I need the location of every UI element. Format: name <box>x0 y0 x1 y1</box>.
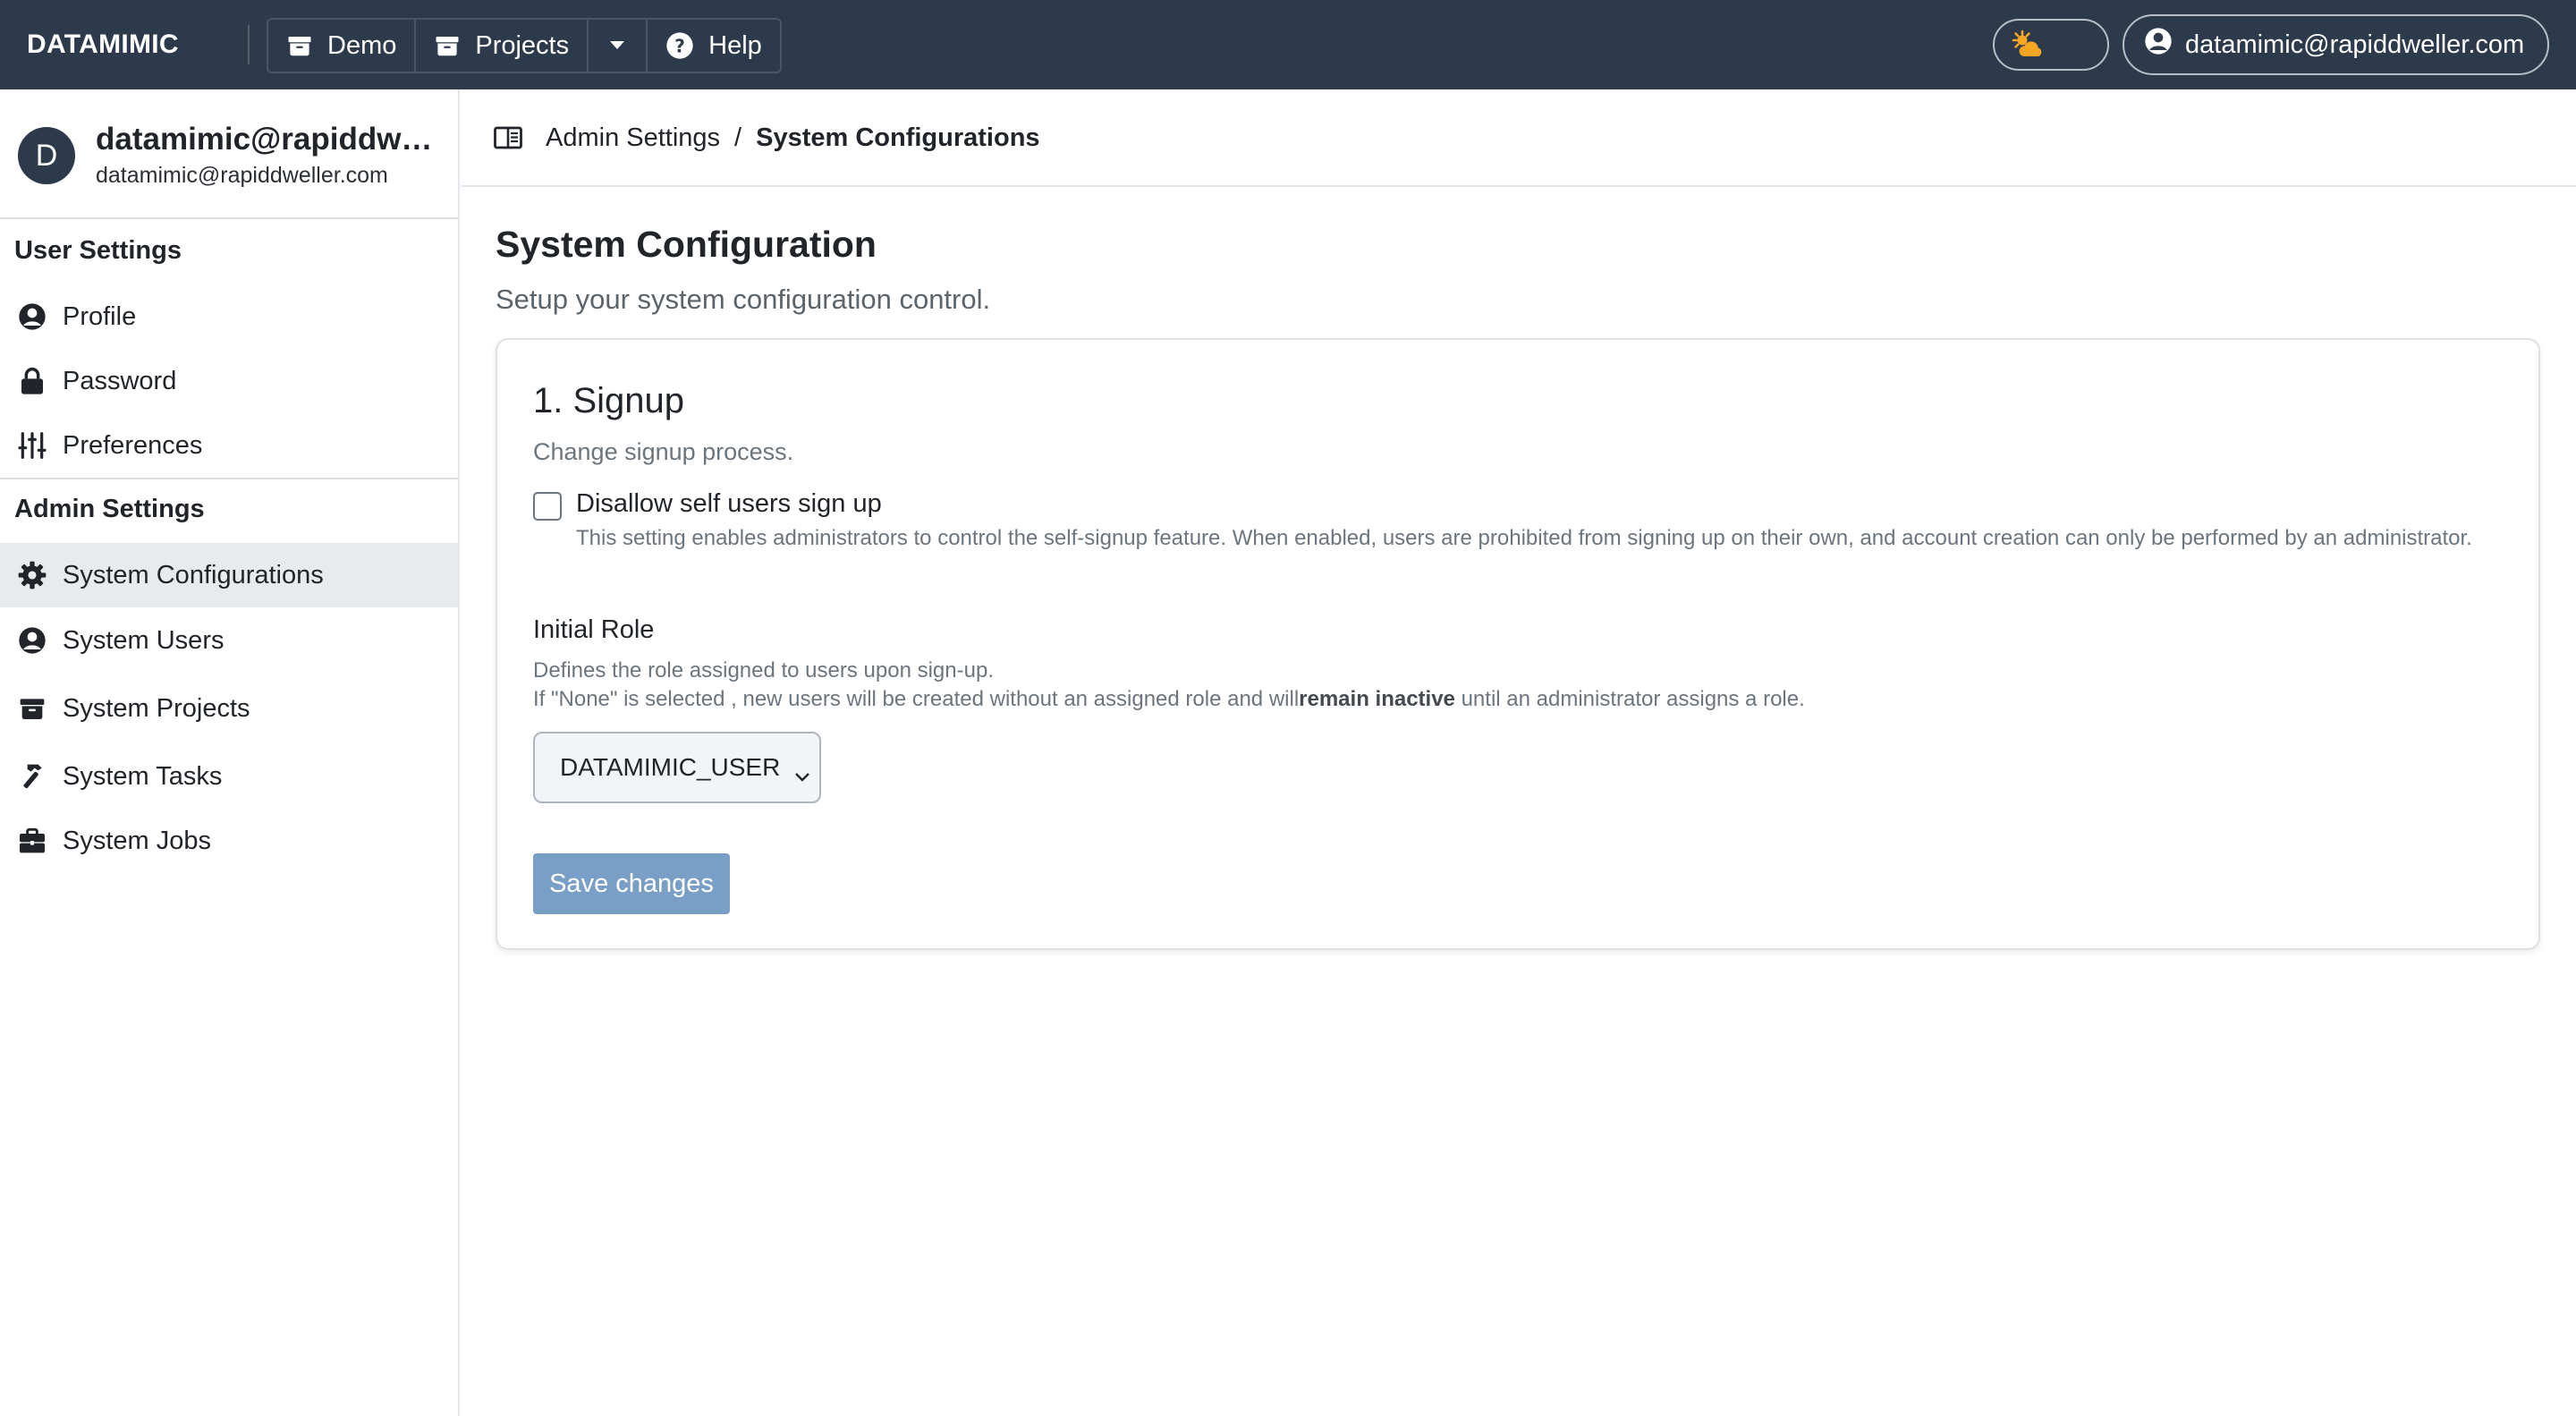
signup-card: 1. Signup Change signup process. Disallo… <box>496 338 2540 950</box>
sidebar-item-system-tasks[interactable]: System Tasks <box>0 744 458 809</box>
sidebar-item-profile[interactable]: Profile <box>0 284 458 349</box>
sidebar-item-system-jobs[interactable]: System Jobs <box>0 809 458 873</box>
help-button-label: Help <box>708 30 762 60</box>
svg-text:?: ? <box>674 35 685 56</box>
sidebar-item-password[interactable]: Password <box>0 349 458 413</box>
sidebar-item-system-projects[interactable]: System Projects <box>0 676 458 741</box>
sidebar-item-label: Preferences <box>63 430 203 460</box>
demo-button[interactable]: Demo <box>268 20 417 72</box>
sidebar-item-label: System Projects <box>63 693 250 723</box>
projects-dropdown-toggle[interactable] <box>589 20 648 72</box>
demo-button-label: Demo <box>327 30 397 60</box>
initial-role-help: Defines the role assigned to users upon … <box>533 657 1805 714</box>
section-divider <box>0 478 458 479</box>
breadcrumb-admin-settings[interactable]: Admin Settings <box>546 123 720 153</box>
initial-role-selected: DATAMIMIC_USER <box>560 753 781 781</box>
user-email: datamimic@rapiddweller.com <box>2185 30 2525 59</box>
caret-down-icon <box>608 39 626 52</box>
card-title: 1. Signup <box>533 381 685 420</box>
navbar-button-group: Demo Projects ? Help <box>267 18 782 73</box>
sidebar-item-system-configurations[interactable]: System Configurations <box>0 543 458 607</box>
help-text-bold: remain inactive <box>1299 687 1455 711</box>
initial-role-label: Initial Role <box>533 615 655 644</box>
breadcrumb: Admin Settings / System Configurations <box>494 120 1040 156</box>
page-title: System Configuration <box>496 224 877 265</box>
question-circle-icon: ? <box>665 31 694 60</box>
save-button[interactable]: Save changes <box>533 853 730 914</box>
avatar: D <box>18 127 75 184</box>
navbar-divider <box>248 25 250 64</box>
initial-role-help-line2: If "None" is selected , new users will b… <box>533 685 1805 714</box>
book-icon[interactable] <box>494 126 522 149</box>
brand-logo[interactable]: DATAMIMIC <box>27 0 179 89</box>
sidebar-item-label: System Jobs <box>63 826 211 855</box>
disallow-signup-help: This setting enables administrators to c… <box>576 526 2472 550</box>
sidebar-item-label: System Tasks <box>63 761 223 791</box>
help-text: until an administrator assigns a role. <box>1454 687 1805 711</box>
disallow-signup-label[interactable]: Disallow self users sign up <box>576 489 882 519</box>
sidebar-profile: D datamimic@rapiddweller.com datamimic@r… <box>0 89 458 219</box>
initial-role-select[interactable]: DATAMIMIC_USER <box>533 732 821 803</box>
archive-box-icon <box>286 32 313 59</box>
admin-settings-heading: Admin Settings <box>14 495 205 523</box>
gear-icon <box>18 561 47 589</box>
initial-role-help-line1: Defines the role assigned to users upon … <box>533 658 994 683</box>
card-subtitle: Change signup process. <box>533 438 794 465</box>
breadcrumb-current: System Configurations <box>756 123 1040 152</box>
sidebar-item-label: System Configurations <box>63 560 324 589</box>
profile-name: datamimic@rapiddweller.com <box>96 122 449 157</box>
sidebar-item-system-users[interactable]: System Users <box>0 608 458 673</box>
help-button[interactable]: ? Help <box>648 20 780 72</box>
chevron-down-icon <box>794 760 810 789</box>
sidebar-item-preferences[interactable]: Preferences <box>0 413 458 478</box>
disallow-signup-checkbox[interactable] <box>533 492 562 521</box>
sidebar-item-label: Profile <box>63 301 137 331</box>
user-settings-heading: User Settings <box>14 236 182 265</box>
sidebar: D datamimic@rapiddweller.com datamimic@r… <box>0 89 460 1416</box>
page-subtitle: Setup your system configuration control. <box>496 284 991 315</box>
projects-button-label: Projects <box>475 30 570 60</box>
sidebar-item-label: System Users <box>63 625 225 655</box>
top-navbar: DATAMIMIC Demo Projects ? Help datamimic… <box>0 0 2576 89</box>
archive-box-icon <box>18 694 47 723</box>
user-circle-icon <box>18 302 47 331</box>
lock-icon <box>18 367 47 395</box>
hammer-icon <box>18 762 47 791</box>
archive-box-icon <box>434 32 461 59</box>
help-text: If "None" is selected , new users will b… <box>533 687 1300 711</box>
sidebar-item-label: Password <box>63 366 177 395</box>
profile-email: datamimic@rapiddweller.com <box>96 163 388 188</box>
user-circle-icon <box>18 626 47 655</box>
header-divider <box>462 185 2576 187</box>
sliders-icon <box>18 431 47 460</box>
user-circle-icon <box>2144 27 2173 63</box>
breadcrumb-separator: / <box>734 123 742 152</box>
briefcase-icon <box>18 827 47 855</box>
projects-button[interactable]: Projects <box>416 20 589 72</box>
theme-toggle[interactable] <box>1993 19 2109 71</box>
user-menu-button[interactable]: datamimic@rapiddweller.com <box>2123 14 2549 75</box>
